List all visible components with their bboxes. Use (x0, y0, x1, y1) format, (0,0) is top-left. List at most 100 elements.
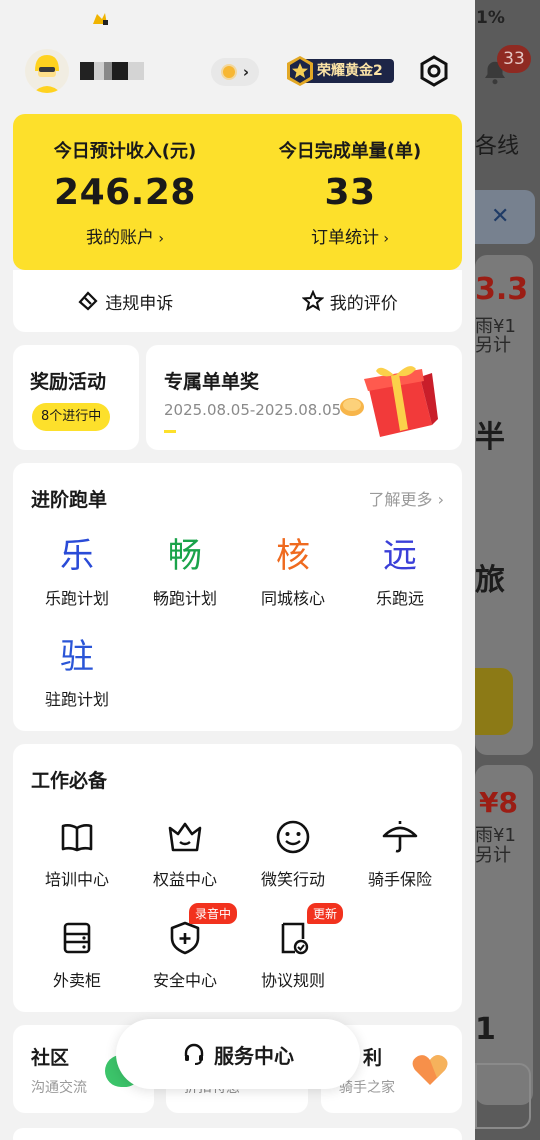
income-column[interactable]: 今日预计收入(元) 246.28 我的账户 › (13, 114, 237, 270)
advanced-item-label: 驻跑计划 (44, 690, 109, 709)
next-card-edge (13, 1128, 462, 1140)
earnings-card: 今日预计收入(元) 246.28 我的账户 › 今日完成单量(单) 33 订单统… (13, 114, 462, 270)
essentials-item-tag: 录音中 (189, 903, 238, 924)
rewards-title: 奖励活动 (30, 371, 107, 393)
welfare-title: 利 (363, 1047, 383, 1069)
side-drawer: › 荣耀黄金2 今日预计收入(元) 246.28 我的账户 › 今日完成单量(单… (0, 0, 475, 1140)
bg-text-lv: 旅 (475, 563, 505, 598)
essentials-item[interactable]: 培训中心 (23, 814, 131, 890)
exclusive-bonus-card[interactable]: 专属单单奖 2025.08.05-2025.08.05 (146, 345, 462, 450)
hammer-icon (78, 291, 98, 311)
advanced-item[interactable]: 远乐跑远 (346, 533, 454, 609)
level-badge[interactable]: 荣耀黄金2 (284, 56, 394, 86)
exclusive-progress-bar (164, 430, 176, 433)
advanced-item-glyph: 远 (383, 536, 417, 576)
drawer-header: › 荣耀黄金2 (0, 40, 475, 110)
smile-icon (239, 814, 347, 860)
essentials-item[interactable]: 安全中心 录音中 (131, 903, 239, 991)
exclusive-title: 专属单单奖 (164, 371, 260, 393)
chevron-right-icon: › (378, 231, 390, 247)
advanced-item-label: 乐跑远 (375, 589, 424, 608)
community-subtitle: 沟通交流 (31, 1080, 87, 1096)
essentials-item-label: 外卖柜 (52, 971, 101, 990)
account-link[interactable]: 我的账户 › (13, 223, 237, 248)
app-notification-icon (91, 10, 109, 26)
umbrella-icon (346, 814, 454, 860)
essentials-item-label: 培训中心 (44, 870, 109, 889)
learn-more-link[interactable]: 了解更多 › (368, 486, 444, 510)
advanced-title: 进阶跑单 (31, 489, 108, 511)
advanced-item-glyph: 畅 (168, 536, 202, 576)
advanced-item-label: 畅跑计划 (152, 589, 217, 608)
bg-text-ban: 半 (475, 420, 505, 455)
user-name (80, 62, 144, 80)
learn-more-label: 了解更多 (368, 490, 433, 509)
bg-digit: 1 (475, 1012, 496, 1047)
rewards-card[interactable]: 奖励活动 8个进行中 (13, 345, 139, 450)
rating-button[interactable]: 我的评价 (238, 270, 463, 332)
orders-label: 今日完成单量(单) (278, 141, 422, 162)
essentials-item-label: 骑手保险 (367, 870, 432, 889)
essentials-item-label: 微笑行动 (260, 870, 325, 889)
star-medal-icon (287, 56, 313, 86)
advanced-item-glyph: 乐 (60, 536, 94, 576)
essentials-section: 工作必备 培训中心 权益中心 微笑行动 骑手保险外卖柜 安全中心 录音中协议规则 更新 (13, 744, 462, 1012)
coin-icon (220, 64, 237, 80)
essentials-item[interactable]: 外卖柜 (23, 915, 131, 991)
advanced-section: 进阶跑单 了解更多 › 乐乐跑计划畅畅跑计划核同城核心远乐跑远驻驻跑计划 (13, 463, 462, 731)
quick-links: 违规申诉 我的评价 (13, 270, 462, 332)
essentials-item-tag: 更新 (307, 903, 344, 924)
essentials-item-label: 安全中心 (152, 971, 217, 990)
coin-button[interactable]: › (211, 58, 259, 86)
chevron-right-icon: › (242, 63, 250, 81)
bg-outline-button (475, 1063, 531, 1129)
orders-value: 33 (324, 172, 376, 213)
headset-icon (184, 1043, 204, 1065)
chevron-right-icon: › (437, 490, 444, 509)
account-link-label: 我的账户 (85, 228, 154, 248)
income-label: 今日预计收入(元) (53, 141, 197, 162)
advanced-item-glyph: 驻 (60, 637, 94, 677)
gift-box-icon (336, 363, 446, 443)
book-icon (23, 814, 131, 860)
bg-sub-1b: 另计 (475, 335, 511, 356)
advanced-item[interactable]: 畅畅跑计划 (131, 533, 239, 609)
orders-link-label: 订单统计 (310, 228, 379, 248)
service-center-button[interactable]: 服务中心 (116, 1019, 360, 1089)
advanced-item[interactable]: 驻驻跑计划 (23, 634, 131, 710)
appeal-label: 违规申诉 (105, 293, 174, 314)
essentials-title: 工作必备 (31, 770, 108, 792)
essentials-item-label: 协议规则 (260, 971, 325, 990)
bg-price-2: ¥8 (479, 786, 518, 819)
income-value: 246.28 (54, 172, 196, 213)
service-center-label: 服务中心 (214, 1043, 294, 1068)
advanced-item-label: 同城核心 (260, 589, 325, 608)
rewards-count-pill: 8个进行中 (32, 403, 111, 431)
community-title: 社区 (31, 1047, 70, 1069)
essentials-item[interactable]: 权益中心 (131, 814, 239, 890)
settings-gear-icon[interactable] (418, 55, 450, 87)
advanced-item-glyph: 核 (276, 536, 310, 576)
bg-close-icon: ✕ (491, 204, 510, 229)
advanced-item-label: 乐跑计划 (44, 589, 109, 608)
crown-icon (131, 814, 239, 860)
route-title-fragment: 各线 (475, 134, 520, 159)
status-bar (0, 0, 475, 40)
orders-stats-link[interactable]: 订单统计 › (238, 223, 462, 248)
essentials-item[interactable]: 协议规则 更新 (239, 903, 347, 991)
locker-icon (23, 915, 131, 961)
avatar[interactable] (25, 49, 69, 93)
notification-count-badge: 33 (497, 45, 531, 73)
rating-label: 我的评价 (329, 293, 398, 314)
bg-price-1: 3.3 (475, 272, 529, 307)
essentials-item-label: 权益中心 (152, 870, 217, 889)
essentials-item[interactable]: 骑手保险 (346, 814, 454, 890)
advanced-item[interactable]: 乐乐跑计划 (23, 533, 131, 609)
star-outline-icon (301, 290, 324, 312)
background-app-overlay[interactable]: 33 各线 ✕ 3.3 雨¥1 另计 半 旅 ¥8 雨¥1 另计 1 (475, 0, 540, 1140)
essentials-item[interactable]: 微笑行动 (239, 814, 347, 890)
advanced-item[interactable]: 核同城核心 (239, 533, 347, 609)
heart-icon (411, 1053, 449, 1091)
orders-column[interactable]: 今日完成单量(单) 33 订单统计 › (238, 114, 462, 270)
appeal-button[interactable]: 违规申诉 (13, 270, 238, 332)
